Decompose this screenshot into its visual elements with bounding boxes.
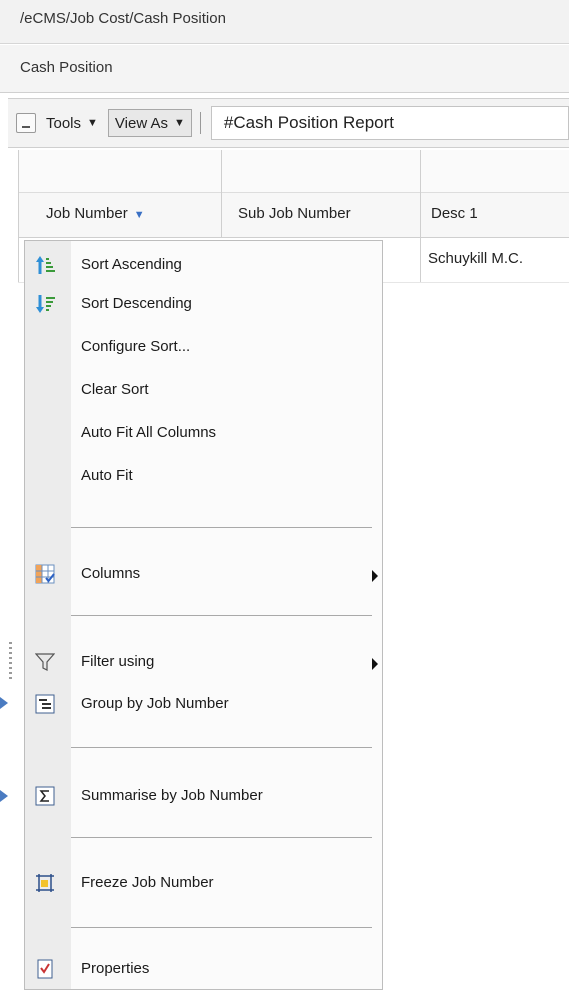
group-icon [35, 694, 55, 714]
menu-item-group-by-job-number[interactable]: Group by Job Number [25, 689, 382, 719]
menu-item-label: Sort Ascending [81, 256, 182, 273]
menu-item-label: Auto Fit All Columns [81, 424, 217, 441]
collapse-button[interactable] [16, 113, 36, 133]
grid-filter-row [18, 150, 569, 193]
menu-item-auto-fit[interactable]: Auto Fit [25, 461, 382, 491]
menu-divider [71, 615, 372, 616]
column-header-sub-job-number[interactable]: Sub Job Number [238, 205, 351, 222]
menu-item-label: Columns [81, 565, 141, 582]
menu-item-label: Sort Descending [81, 295, 192, 312]
chevron-down-icon: ▼ [174, 117, 185, 129]
pointer-arrow-icon [0, 790, 8, 802]
toolbar-divider [199, 112, 201, 134]
chevron-down-icon: ▼ [87, 117, 98, 129]
filter-icon [35, 653, 55, 671]
menu-divider [71, 927, 372, 928]
view-as-button[interactable]: View As ▼ [107, 109, 192, 137]
column-header-desc1[interactable]: Desc 1 [431, 205, 478, 222]
chevron-down-icon[interactable]: ▼ [134, 209, 145, 221]
table-cell-desc1[interactable]: Schuykill M.C. [428, 250, 523, 267]
column-header-label: Job Number [46, 205, 128, 222]
menu-item-label: Properties [81, 960, 150, 977]
grid-divider [221, 150, 222, 238]
toolbar: Tools ▼ View As ▼ #Cash Position Report [8, 98, 569, 148]
menu-item-label: Configure Sort... [81, 338, 191, 355]
report-name: #Cash Position Report [223, 113, 394, 132]
menu-item-label: Summarise by Job Number [81, 787, 263, 804]
menu-divider [71, 527, 372, 528]
menu-item-label: Freeze Job Number [81, 874, 214, 891]
sort-descending-icon [36, 295, 55, 313]
view-as-label: View As [114, 114, 169, 132]
menu-item-freeze-job-number[interactable]: Freeze Job Number [25, 868, 382, 898]
pointer-arrow-icon [0, 697, 8, 709]
submenu-arrow-icon [372, 570, 378, 582]
column-context-menu: Sort Ascending Sort Descending Configure… [24, 240, 383, 990]
report-select[interactable]: #Cash Position Report [210, 106, 569, 140]
tools-menu-button[interactable]: Tools ▼ [40, 109, 104, 137]
menu-item-clear-sort[interactable]: Clear Sort [25, 375, 382, 405]
freeze-icon [36, 874, 54, 892]
menu-item-configure-sort[interactable]: Configure Sort... [25, 332, 382, 362]
menu-item-label: Auto Fit [81, 467, 133, 484]
columns-icon [35, 564, 55, 584]
menu-item-columns[interactable]: Columns [25, 559, 382, 589]
page-title: Cash Position [0, 45, 569, 93]
menu-item-label: Clear Sort [81, 381, 149, 398]
column-header-job-number[interactable]: Job Number ▼ [46, 205, 145, 222]
menu-item-sort-ascending[interactable]: Sort Ascending [25, 250, 382, 280]
grid-divider [18, 150, 19, 283]
menu-divider [71, 747, 372, 748]
sort-ascending-icon [36, 256, 55, 274]
grid-divider [420, 150, 421, 283]
tools-label: Tools [46, 114, 82, 132]
breadcrumb: /eCMS/Job Cost/Cash Position [0, 0, 569, 44]
menu-item-auto-fit-all-columns[interactable]: Auto Fit All Columns [25, 418, 382, 448]
sigma-icon [35, 786, 55, 806]
menu-item-filter-using[interactable]: Filter using [25, 647, 382, 677]
properties-icon [37, 959, 53, 979]
resize-handle[interactable] [9, 642, 12, 682]
menu-item-label: Filter using [81, 653, 155, 670]
menu-item-summarise-by-job-number[interactable]: Summarise by Job Number [25, 781, 382, 811]
menu-item-sort-descending[interactable]: Sort Descending [25, 289, 382, 319]
menu-item-label: Group by Job Number [81, 695, 229, 712]
menu-divider [71, 837, 372, 838]
menu-item-properties[interactable]: Properties [25, 954, 382, 984]
submenu-arrow-icon [372, 658, 378, 670]
